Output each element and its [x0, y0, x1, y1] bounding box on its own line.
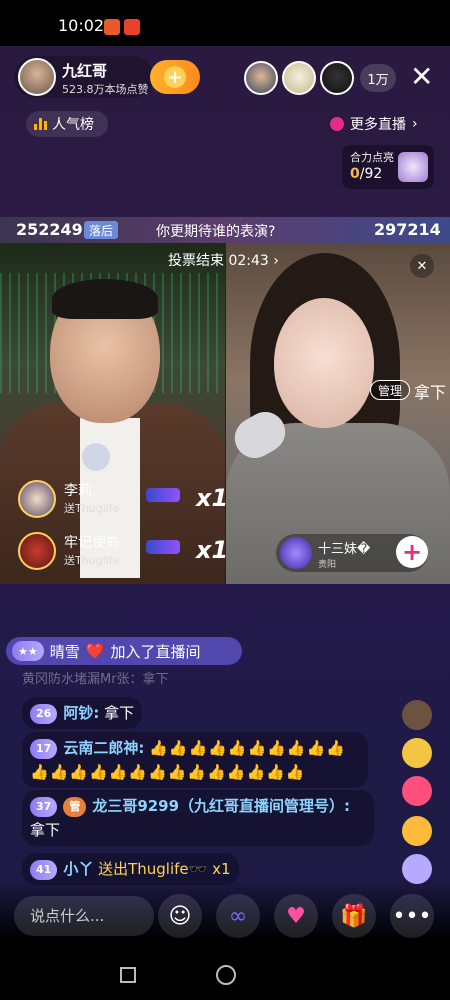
heart-icon: ❤️ — [85, 642, 105, 660]
laugh-emoji-icon — [402, 816, 432, 846]
more-button[interactable]: ••• — [390, 894, 434, 938]
thumbs-emoji-icon — [402, 700, 432, 730]
viewer-avatar[interactable] — [282, 61, 316, 95]
recents-button[interactable] — [120, 967, 136, 983]
pk-question: 你更期待谁的表演? — [156, 224, 276, 240]
chat-user: 龙三哥9299（九红哥直播间管理号）: — [92, 797, 351, 815]
link-button[interactable]: ∞ — [216, 894, 260, 938]
app-notification-icon — [124, 19, 140, 35]
gift-notification: 牢记使命 送Thuglife x1 — [12, 530, 229, 572]
chat-user: 阿钞: — [63, 704, 100, 722]
host-likes: 523.8万本场点赞 — [62, 83, 149, 96]
host-avatar[interactable] — [18, 58, 56, 96]
chat-message[interactable]: 26 阿钞: 拿下 — [22, 697, 143, 729]
admin-badge: 管理 — [370, 380, 410, 400]
follow-button[interactable]: + — [150, 60, 200, 94]
gift-icon — [398, 152, 428, 182]
gift-notification: 李莉. 送Thuglife x1 — [12, 478, 229, 520]
status-time: 10:02 — [58, 16, 105, 35]
level-badge: 17 — [30, 738, 58, 759]
popularity-rank-button[interactable]: 人气榜 — [26, 111, 108, 137]
gift-desc: 送Thuglife — [64, 502, 120, 515]
chat-input[interactable]: 说点什么... — [14, 896, 154, 936]
vote-timer[interactable]: 投票结束 02:43 › — [168, 250, 279, 270]
guest-avatar[interactable] — [280, 537, 312, 569]
chat-user: 小丫 — [63, 860, 94, 878]
more-live-button[interactable]: 更多直播 › — [330, 111, 440, 137]
live-icon — [330, 117, 344, 131]
viewer-avatar[interactable] — [244, 61, 278, 95]
gift-multiplier: x1 — [196, 536, 229, 564]
pk-right-score: 297214 — [374, 220, 441, 239]
gift-button[interactable]: 🎁 — [332, 894, 376, 938]
join-notification: ★★ 晴雪 ❤️ 加入了直播间 — [6, 637, 242, 665]
gift-desc: 送Thuglife — [64, 554, 120, 567]
power-progress: 0/92 — [350, 166, 383, 182]
guest-location: 贵阳 — [318, 560, 337, 570]
chat-text: 拿下 — [30, 821, 61, 839]
chat-message-faded: 黄冈防水堵漏Mr张：拿下 — [22, 672, 169, 687]
gift-sender: 牢记使命 — [64, 535, 120, 551]
host-hair — [52, 279, 158, 319]
join-action: 加入了直播间 — [110, 642, 201, 661]
app-notification-icon — [104, 19, 120, 35]
host-name: 九红哥 — [62, 62, 108, 80]
sunglasses-icon — [146, 540, 180, 554]
sunglasses-icon — [146, 488, 180, 502]
close-icon[interactable]: ✕ — [410, 63, 433, 91]
pk-status-tag: 落后 — [84, 221, 118, 239]
pk-left-score: 252249 — [16, 220, 83, 239]
plus-icon: + — [164, 66, 186, 88]
level-badge: 41 — [30, 859, 58, 880]
level-badge: 37 — [30, 796, 58, 817]
heart-emoji-icon — [402, 776, 432, 806]
admin-badge: 管 — [63, 796, 87, 817]
admin-comment: 拿下 — [414, 383, 447, 402]
gift-sender: 李莉. — [64, 483, 97, 499]
chat-message[interactable]: 17 云南二郎神: 👍👍👍👍👍👍👍👍👍👍👍👍👍👍👍👍👍👍👍👍👍👍👍👍 — [22, 732, 368, 788]
chat-text: 拿下 — [104, 704, 135, 722]
rank-label: 人气榜 — [52, 117, 94, 133]
chevron-right-icon: › — [412, 116, 418, 132]
avatar — [18, 532, 56, 570]
chat-user: 云南二郎神: — [63, 739, 145, 757]
follow-guest-button[interactable]: + — [396, 536, 428, 568]
level-badge: 26 — [30, 703, 58, 724]
join-user: 晴雪 — [49, 642, 80, 661]
guest-name: 十三妹� — [318, 542, 371, 557]
guest-face — [274, 298, 374, 428]
more-live-label: 更多直播 — [350, 117, 406, 133]
level-badge: ★★ — [12, 641, 44, 661]
gift-multiplier: x1 — [196, 484, 229, 512]
home-button[interactable] — [216, 965, 236, 985]
viewer-avatar[interactable] — [320, 61, 354, 95]
sparkle-emoji-icon — [402, 854, 432, 884]
power-label: 合力点亮 — [350, 151, 394, 164]
chevron-right-icon: › — [273, 253, 279, 269]
bar-chart-icon — [34, 118, 48, 130]
chat-text: 送出Thuglife🕶️ x1 — [98, 860, 231, 878]
chat-message[interactable]: 41 小丫 送出Thuglife🕶️ x1 — [22, 853, 239, 885]
star-emoji-icon — [402, 738, 432, 768]
microphone — [82, 443, 110, 471]
like-button[interactable]: ♥ — [274, 894, 318, 938]
emoji-button[interactable]: ☺ — [158, 894, 202, 938]
chat-message[interactable]: 37 管龙三哥9299（九红哥直播间管理号）: 拿下 — [22, 790, 374, 846]
right-guest-video[interactable] — [226, 243, 450, 584]
mute-icon[interactable]: ✕ — [410, 254, 434, 278]
avatar — [18, 480, 56, 518]
viewer-count[interactable]: 1万 — [360, 64, 396, 92]
